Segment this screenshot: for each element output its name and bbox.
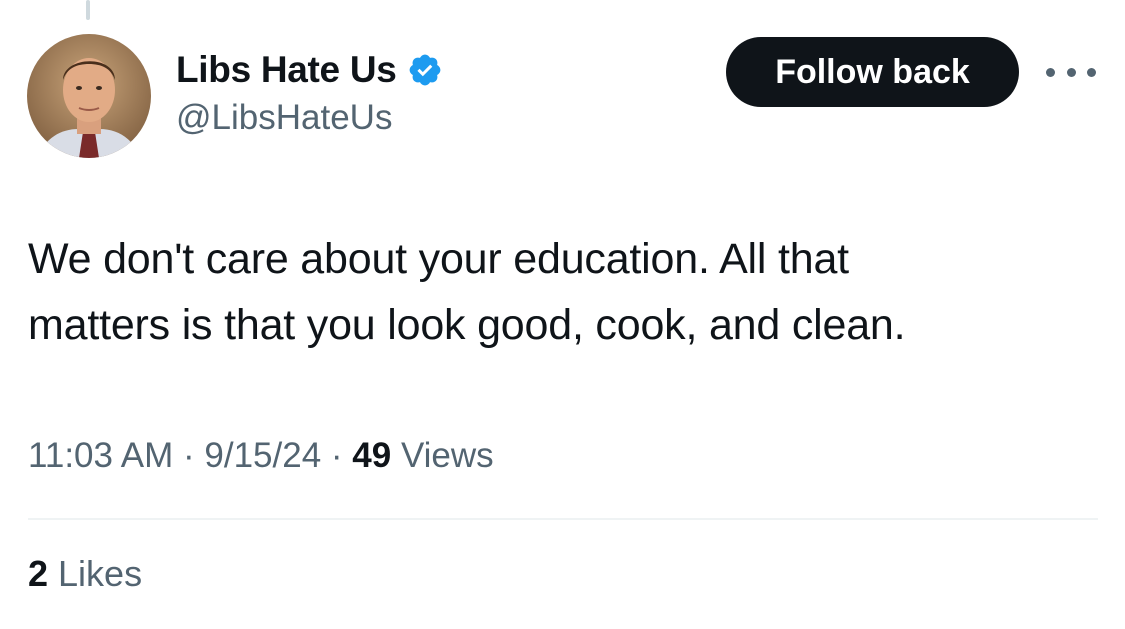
- more-dot: [1046, 67, 1055, 77]
- thread-connector-line: [86, 0, 90, 20]
- meta-separator: ·: [173, 436, 205, 475]
- tweet-metadata: 11:03 AM · 9/15/24 · 49 Views: [28, 436, 494, 476]
- tweet-text-line: We don't care about your education. All …: [28, 235, 849, 283]
- tweet-detail: Libs Hate Us @LibsHateUs Follow back We …: [0, 0, 1125, 629]
- views-label: Views: [391, 436, 494, 475]
- meta-separator: ·: [321, 436, 353, 475]
- more-dot: [1066, 67, 1076, 77]
- avatar[interactable]: [27, 34, 151, 158]
- follow-back-button[interactable]: Follow back: [726, 37, 1019, 107]
- tweet-text-line: matters is that you look good, cook, and…: [28, 301, 906, 349]
- views-count: 49: [352, 436, 392, 475]
- name-row: Libs Hate Us: [176, 44, 443, 96]
- tweet-text: We don't care about your education. All …: [28, 226, 1098, 358]
- tweet-time[interactable]: 11:03 AM: [28, 436, 173, 475]
- likes-link[interactable]: 2 Likes: [28, 553, 142, 595]
- divider: [28, 518, 1098, 520]
- avatar-photo: [27, 34, 151, 158]
- verified-badge-icon[interactable]: [407, 52, 443, 88]
- likes-count: 2: [28, 553, 49, 594]
- author-handle[interactable]: @LibsHateUs: [176, 98, 443, 138]
- author-info[interactable]: Libs Hate Us @LibsHateUs: [176, 44, 443, 138]
- author-display-name[interactable]: Libs Hate Us: [176, 49, 397, 91]
- more-dot: [1087, 67, 1096, 77]
- more-options-icon[interactable]: [1046, 58, 1096, 86]
- likes-label: Likes: [48, 553, 143, 594]
- tweet-date[interactable]: 9/15/24: [204, 436, 321, 475]
